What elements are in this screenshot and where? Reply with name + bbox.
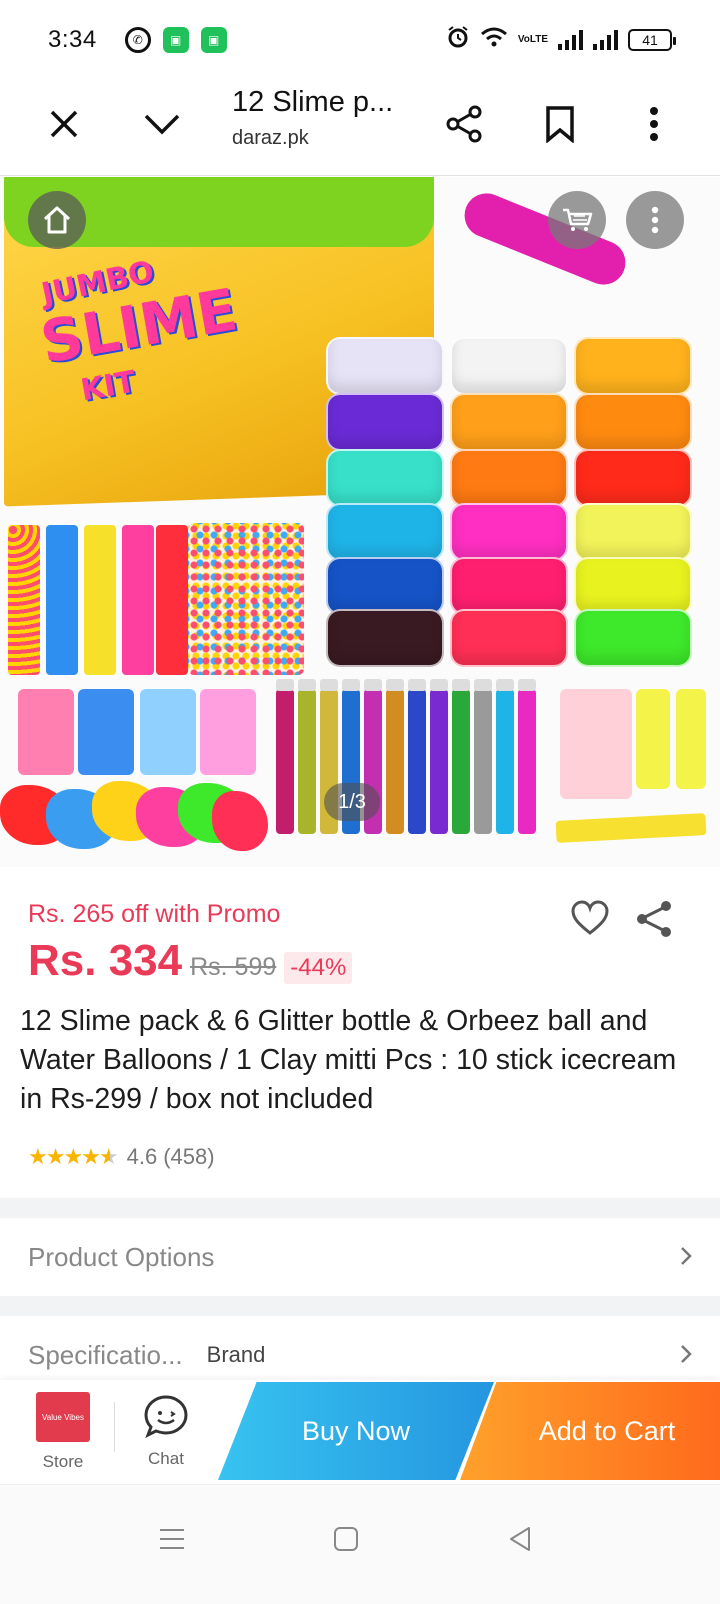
specifications-value: Brand — [206, 1342, 266, 1367]
glitter-tube — [430, 679, 448, 834]
rating-value: 4.6 — [126, 1144, 158, 1169]
image-counter: 1/3 — [324, 783, 380, 821]
wishlist-heart-icon[interactable] — [570, 900, 610, 940]
mixed-beads-pack-image — [188, 523, 304, 675]
system-navigation-bar — [0, 1484, 720, 1604]
glitter-tube — [496, 679, 514, 834]
cart-button[interactable] — [548, 191, 606, 249]
product-image-gallery[interactable]: JUMBO SLIME KIT 1/3 — [0, 177, 720, 867]
product-share-icon[interactable] — [634, 898, 674, 942]
glitter-tube — [298, 679, 316, 834]
rating-summary[interactable]: ★★★★★ 4.6 (458) — [28, 1144, 215, 1170]
pink-beads-bag-image — [200, 689, 256, 775]
section-divider — [0, 1296, 720, 1316]
yellow-clay-image — [636, 689, 670, 789]
back-nav-icon[interactable] — [490, 1511, 550, 1567]
bottom-action-bar: Value Vibes Store Chat Buy Now Add to Ca… — [0, 1380, 720, 1484]
glitter-tube — [408, 679, 426, 834]
home-icon — [43, 206, 71, 234]
page-title: 12 Slime p... — [232, 86, 394, 118]
original-price: Rs. 599 — [190, 953, 277, 981]
browser-toolbar: 12 Slime p... daraz.pk — [0, 80, 720, 176]
chat-icon — [144, 1395, 188, 1439]
discount-badge: -44% — [284, 952, 353, 984]
glitter-tube — [474, 679, 492, 834]
close-icon[interactable] — [40, 100, 88, 148]
chevron-right-icon — [680, 1242, 692, 1273]
stretched-slime-image — [457, 186, 633, 292]
ice-cream-sticks-image — [555, 813, 707, 843]
product-options-row[interactable]: Product Options — [0, 1218, 720, 1296]
add-to-cart-button[interactable]: Add to Cart — [460, 1382, 720, 1480]
app-notification-icon-2: ▣ — [200, 27, 227, 53]
chat-button[interactable]: Chat — [128, 1394, 204, 1469]
promo-text: Rs. 265 off with Promo — [28, 900, 281, 928]
fruit-slices-bag-image — [18, 689, 74, 775]
signal-icon-2 — [593, 30, 618, 50]
clay-bag-image — [560, 689, 632, 799]
product-title: 12 Slime pack & 6 Glitter bottle & Orbee… — [20, 1005, 677, 1115]
app-notification-icon: ▣ — [162, 27, 189, 53]
battery-icon: 41 — [628, 29, 676, 51]
glitter-tube — [518, 679, 536, 834]
clay-shapes-image — [0, 777, 270, 857]
image-more-button[interactable] — [626, 191, 684, 249]
slime-jars-image — [326, 337, 706, 667]
more-vertical-icon — [651, 206, 659, 234]
wifi-icon — [480, 26, 508, 55]
glitter-tube — [386, 679, 404, 834]
chat-label: Chat — [148, 1449, 184, 1468]
chevron-down-icon[interactable] — [138, 100, 186, 148]
whatsapp-icon: ✆ — [124, 27, 151, 53]
notification-icons: ✆ ▣ ▣ — [124, 27, 227, 53]
star-rating-icons: ★★★★★ — [28, 1144, 119, 1169]
box-title-art: JUMBO SLIME KIT — [36, 254, 242, 408]
status-time: 3:34 — [48, 26, 97, 53]
current-price: Rs. 334 — [28, 936, 183, 985]
action-separator — [114, 1402, 115, 1452]
volte-indicator: VoLTE — [517, 34, 548, 45]
price-row: Rs. 334 Rs. 599 -44% — [28, 936, 353, 986]
cart-icon — [563, 208, 593, 231]
signal-icon — [558, 30, 583, 50]
buy-now-button[interactable]: Buy Now — [218, 1382, 494, 1480]
orbeez-bag-image — [78, 689, 134, 775]
yellow-clay-image-2 — [676, 689, 706, 789]
section-divider — [0, 1198, 720, 1218]
glitter-tube — [452, 679, 470, 834]
specifications-label: Specificatio... — [28, 1339, 183, 1370]
store-label: Store — [42, 1452, 84, 1471]
page-domain: daraz.pk — [232, 127, 309, 149]
more-options-icon[interactable] — [630, 100, 678, 148]
home-button[interactable] — [28, 191, 86, 249]
page-title-block[interactable]: 12 Slime p... daraz.pk — [232, 86, 393, 150]
status-indicators: VoLTE 41 — [446, 25, 676, 56]
store-button[interactable]: Value Vibes Store — [26, 1392, 100, 1472]
fishbowl-beads-bag-image — [140, 689, 196, 775]
share-icon[interactable] — [440, 100, 488, 148]
store-logo: Value Vibes — [36, 1392, 90, 1442]
home-nav-icon[interactable] — [316, 1511, 376, 1567]
menu-nav-icon[interactable] — [142, 1511, 202, 1567]
glitter-tube — [276, 679, 294, 834]
bookmark-icon[interactable] — [536, 100, 584, 148]
chevron-right-icon — [680, 1340, 692, 1371]
status-bar: 3:34 ✆ ▣ ▣ VoLTE 41 — [0, 0, 720, 80]
product-options-label: Product Options — [28, 1241, 215, 1272]
rating-count: (458) — [163, 1144, 215, 1169]
alarm-icon — [446, 25, 470, 56]
